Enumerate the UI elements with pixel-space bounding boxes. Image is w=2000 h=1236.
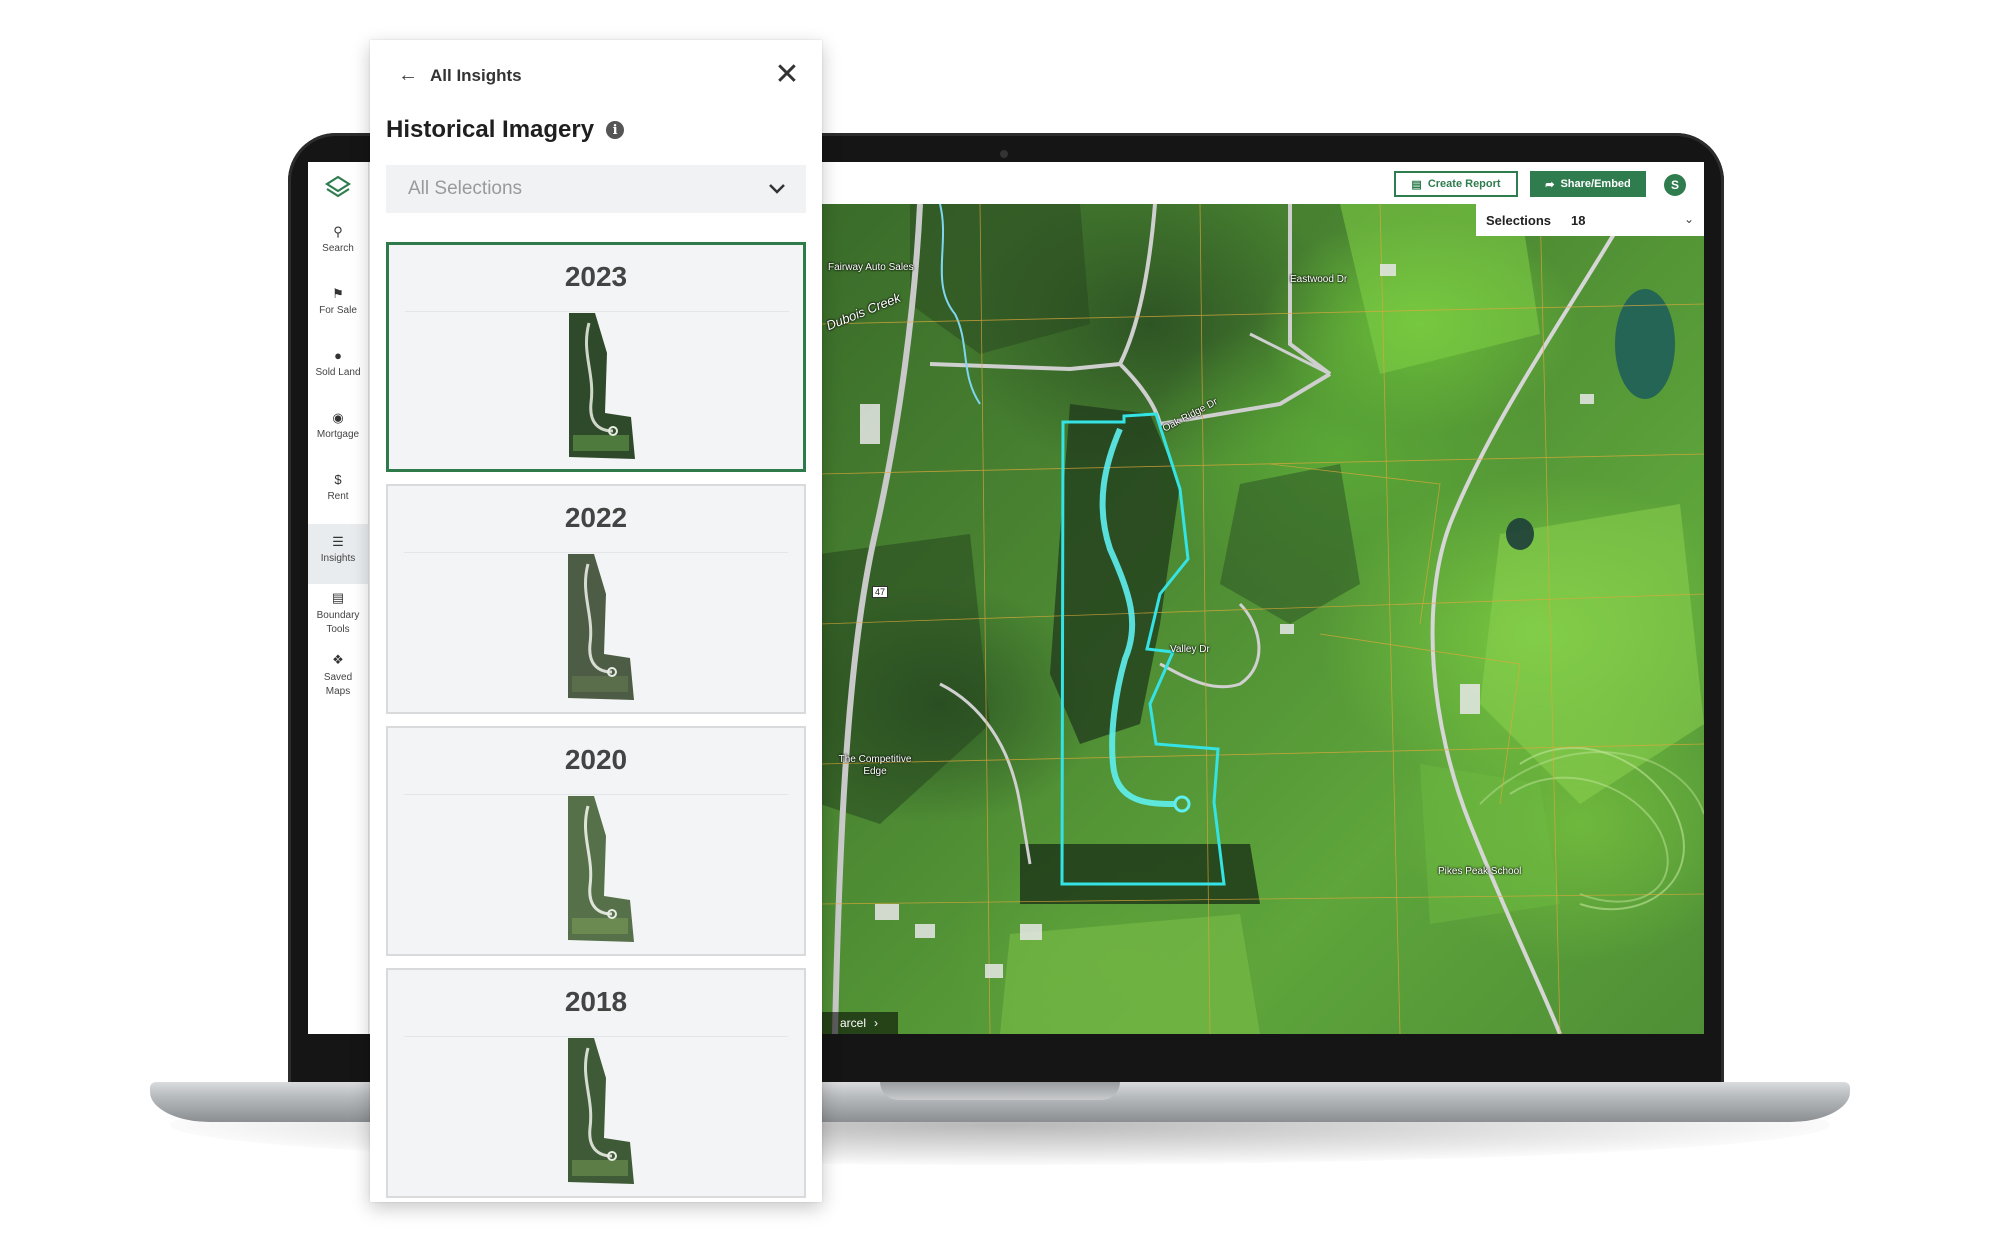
year-card-2022[interactable]: 2022 — [386, 484, 806, 714]
rail-item-label: Rent — [327, 491, 349, 502]
laptop-notch — [880, 1082, 1120, 1100]
map-label-pikes: Pikes Peak School — [1438, 866, 1522, 877]
app-rail: ⚲ Search ⚑ For Sale ● Sold Land ◉ Mortga… — [308, 162, 369, 1034]
arrow-left-icon: ← — [398, 64, 418, 86]
create-report-label: Create Report — [1427, 178, 1501, 190]
map-label-eastwood: Eastwood Dr — [1290, 274, 1348, 285]
chevron-down-icon: ⌄ — [1683, 212, 1694, 226]
rail-item-search[interactable]: ⚲ Search — [308, 224, 368, 254]
year-card-2018[interactable]: 2018 — [386, 968, 806, 1198]
back-label: All Insights — [430, 65, 522, 85]
selection-filter-value: All Selections — [408, 178, 523, 199]
chevron-right-icon: › — [874, 1016, 878, 1030]
selections-label: Selections — [1486, 212, 1552, 228]
selections-dropdown[interactable]: Selections 18 ⌄ — [1476, 204, 1704, 236]
back-to-all-insights[interactable]: ← All Insights — [398, 64, 522, 87]
rail-item-mortgage[interactable]: ◉ Mortgage — [308, 410, 368, 440]
year-card-2023[interactable]: 2023 — [386, 242, 806, 472]
info-icon[interactable]: i — [606, 121, 625, 139]
layers-icon: ☰ — [332, 534, 344, 549]
report-icon: ▤ — [1411, 178, 1422, 191]
dollar-icon: ◉ — [332, 410, 344, 425]
rail-item-boundary-tools[interactable]: ▤ Boundary Tools — [308, 590, 368, 637]
pin-icon: ❖ — [332, 652, 344, 667]
boundary-tools-icon: ▤ — [331, 590, 345, 605]
year-label: 2023 — [564, 261, 628, 292]
share-icon: ➦ — [1545, 178, 1555, 191]
rail-item-for-sale[interactable]: ⚑ For Sale — [308, 286, 368, 316]
hand-dollar-icon: $ — [334, 472, 342, 487]
map-label-valley: Valley Dr — [1170, 644, 1210, 655]
rail-item-label: Insights — [320, 553, 356, 564]
rail-item-label: Mortgage — [316, 429, 360, 440]
rail-item-saved-maps[interactable]: ❖ Saved Maps — [308, 652, 368, 699]
chevron-down-icon — [769, 184, 785, 194]
rail-item-rent[interactable]: $ Rent — [308, 472, 368, 502]
year-label: 2020 — [564, 744, 628, 775]
selections-count: 18 — [1571, 212, 1586, 228]
rail-item-label: Saved Maps — [323, 672, 353, 697]
parcel-thumbnail-2023[interactable] — [565, 313, 635, 459]
panel-title: Historical Imagery i — [386, 116, 625, 144]
map-overlay — [820, 204, 1704, 1034]
historical-imagery-panel: ← All Insights ✕ Historical Imagery i Al… — [370, 40, 822, 1202]
selection-filter-select[interactable]: All Selections — [386, 165, 806, 213]
panel-title-text: Historical Imagery — [386, 116, 595, 143]
rail-item-label: Search — [322, 243, 354, 254]
year-card-2020[interactable]: 2020 — [386, 726, 806, 956]
location-pin-icon: ● — [334, 348, 342, 363]
rail-item-label: Sold Land — [315, 367, 361, 378]
flag-icon: ⚑ — [332, 286, 344, 301]
rail-item-label: Boundary Tools — [316, 610, 360, 635]
year-label: 2018 — [564, 986, 628, 1017]
create-report-button[interactable]: ▤ Create Report — [1394, 171, 1518, 197]
map-label-fairway: Fairway Auto Sales — [828, 262, 914, 273]
route-shield: 47 — [872, 586, 889, 598]
avatar[interactable]: S — [1664, 174, 1686, 196]
laptop-camera — [1000, 150, 1008, 158]
app-logo-icon[interactable] — [324, 174, 352, 202]
satellite-map[interactable]: Fairway Auto Sales Dubois Creek Eastwood… — [820, 204, 1704, 1034]
rail-item-insights[interactable]: ☰ Insights — [308, 524, 368, 584]
map-label-competitive: The Competitive Edge — [838, 754, 912, 777]
share-embed-label: Share/Embed — [1560, 178, 1631, 190]
year-label: 2022 — [564, 502, 628, 533]
parcel-toggle[interactable]: arcel › — [820, 1012, 898, 1034]
parcel-thumbnail-2018[interactable] — [564, 1038, 634, 1184]
search-icon: ⚲ — [333, 224, 343, 239]
parcel-toggle-label: arcel — [839, 1016, 866, 1030]
share-embed-button[interactable]: ➦ Share/Embed — [1530, 171, 1646, 197]
parcel-thumbnail-2020[interactable] — [564, 796, 634, 942]
parcel-thumbnail-2022[interactable] — [564, 554, 634, 700]
close-icon[interactable]: ✕ — [772, 60, 802, 90]
rail-item-label: For Sale — [319, 305, 357, 316]
rail-item-sold-land[interactable]: ● Sold Land — [308, 348, 368, 378]
